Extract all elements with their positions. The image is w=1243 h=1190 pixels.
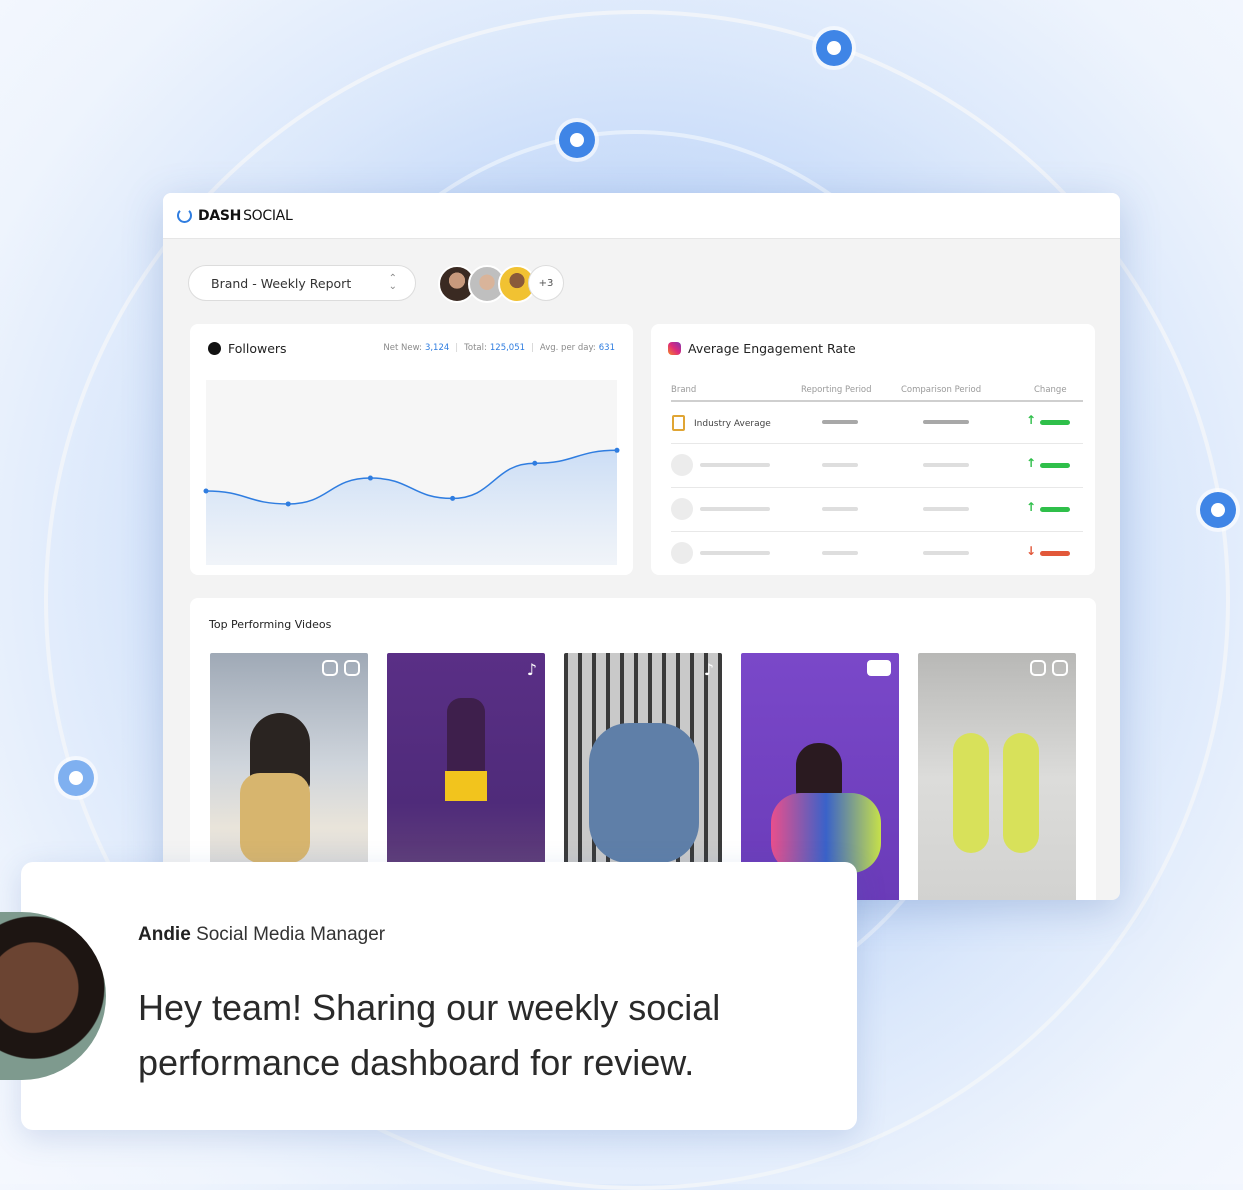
instagram-icon — [344, 660, 360, 676]
brand-name-placeholder — [700, 507, 770, 511]
orbit-node — [1200, 492, 1236, 528]
comparison-value — [923, 463, 969, 467]
col-reporting-period: Reporting Period — [801, 385, 872, 395]
brand-name-placeholder — [700, 463, 770, 467]
author-role: Social Media Manager — [196, 924, 386, 945]
reels-icon — [322, 660, 338, 676]
instagram-icon — [668, 342, 681, 355]
comparison-value — [923, 420, 969, 424]
chart-point[interactable] — [367, 475, 373, 481]
dashboard-window: DASH SOCIAL Brand - Weekly Report ⌃ ⌄ +3 … — [163, 193, 1120, 900]
video-subject-sandal — [953, 733, 989, 853]
logo-icon — [177, 208, 192, 223]
engagement-title-text: Average Engagement Rate — [688, 341, 856, 356]
chevron-updown-icon: ⌃ ⌄ — [388, 273, 397, 292]
video-subject-garment — [240, 773, 310, 863]
video-thumbnail[interactable] — [918, 653, 1076, 900]
row-divider — [671, 443, 1083, 444]
brand-name-placeholder — [700, 551, 770, 555]
video-subject-shorts — [445, 771, 487, 801]
change-bar — [1040, 507, 1070, 512]
orbit-node — [58, 760, 94, 796]
chart-point[interactable] — [614, 447, 620, 453]
followers-chart — [203, 380, 620, 565]
reporting-value — [822, 420, 858, 424]
reporting-value — [822, 463, 858, 467]
app-header: DASH SOCIAL — [163, 193, 1120, 239]
reporting-value — [822, 551, 858, 555]
orbit-node — [559, 122, 595, 158]
chart-point[interactable] — [532, 460, 538, 466]
arrow-down-icon: ↓ — [1026, 544, 1037, 558]
change-bar — [1040, 463, 1070, 468]
engagement-title: Average Engagement Rate — [668, 341, 856, 356]
chart-point[interactable] — [285, 501, 291, 507]
col-change: Change — [1034, 385, 1067, 395]
author-name: Andie — [138, 924, 191, 945]
logo-text-bold: DASH — [198, 207, 242, 224]
comparison-value — [923, 551, 969, 555]
youtube-icon — [867, 660, 891, 676]
change-bar — [1040, 551, 1070, 556]
arrow-up-icon: ↑ — [1026, 413, 1037, 427]
followers-card: Followers Net New: 3,124 | Total: 125,051 … — [190, 324, 633, 575]
author-line: Andie Social Media Manager — [138, 924, 385, 946]
tiktok-icon: ♪ — [703, 660, 714, 679]
chart-point[interactable] — [450, 495, 456, 501]
brand-avatar-placeholder — [671, 542, 693, 564]
orbit-node — [816, 30, 852, 66]
tiktok-icon: ♪ — [526, 660, 537, 679]
brand-avatar-placeholder — [671, 498, 693, 520]
brand-name: Industry Average — [694, 419, 771, 429]
row-divider — [671, 531, 1083, 532]
comparison-value — [923, 507, 969, 511]
table-divider — [671, 400, 1083, 402]
video-subject-garment — [771, 793, 881, 873]
reporting-value — [822, 507, 858, 511]
row-divider — [671, 487, 1083, 488]
col-brand: Brand — [671, 385, 697, 395]
reels-icon — [1030, 660, 1046, 676]
more-avatars-badge[interactable]: +3 — [528, 265, 564, 301]
instagram-icon — [1052, 660, 1068, 676]
arrow-up-icon: ↑ — [1026, 500, 1037, 514]
change-bar — [1040, 420, 1070, 425]
logo-text-light: SOCIAL — [243, 207, 293, 224]
report-select-label: Brand - Weekly Report — [211, 275, 352, 291]
engagement-card: Average Engagement Rate Brand Reporting … — [651, 324, 1095, 575]
video-subject — [589, 723, 699, 863]
message-text: Hey team! Sharing our weekly social perf… — [138, 987, 721, 1083]
ribbon-icon — [672, 415, 685, 431]
arrow-up-icon: ↑ — [1026, 456, 1037, 470]
report-select[interactable]: Brand - Weekly Report ⌃ ⌄ — [188, 265, 416, 301]
top-videos-title: Top Performing Videos — [209, 618, 332, 631]
brand-avatar-placeholder — [671, 454, 693, 476]
col-comparison-period: Comparison Period — [901, 385, 982, 395]
video-subject-sandal — [1003, 733, 1039, 853]
chart-point[interactable] — [203, 488, 209, 494]
